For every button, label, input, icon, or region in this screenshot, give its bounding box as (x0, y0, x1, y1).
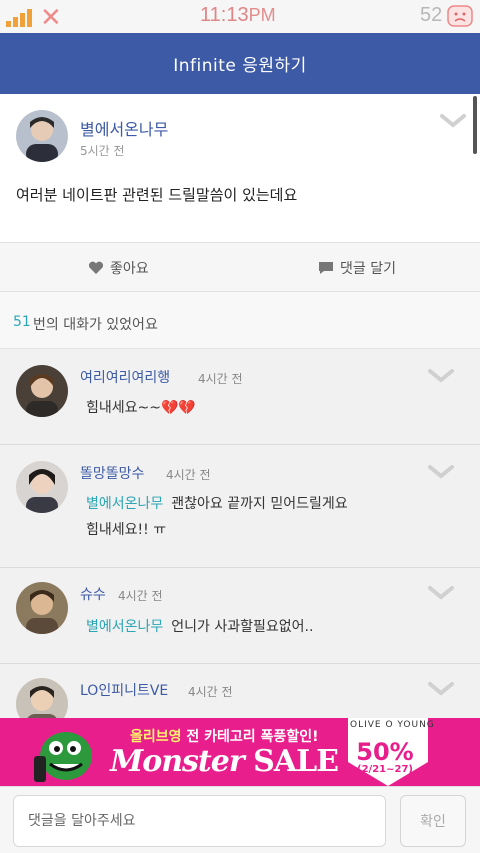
clock: 11:13PM (200, 4, 276, 26)
chevron-down-icon[interactable] (428, 586, 454, 600)
commenter-name[interactable]: LO인피니트VE (80, 680, 168, 700)
conversation-count: 51 번의 대화가 있었어요 (0, 292, 480, 349)
comment-time: 4시간 전 (118, 589, 163, 603)
comment-item: LO인피니트VE 4시간 전 (0, 664, 480, 730)
ad-banner[interactable]: 올리브영 전 카테고리 폭풍할인! Monster SALE OLIVE O Y… (0, 718, 480, 786)
comment-text: 힘내세요~~💔💔 (86, 400, 196, 416)
comment-mention[interactable]: 별에서온나무 (86, 619, 163, 635)
comment-text: 별에서온나무 언니가 사과할필요없어.. (86, 614, 313, 640)
comment-body: 언니가 사과할필요없어.. (171, 619, 314, 635)
commenter-avatar[interactable] (16, 365, 68, 417)
comment-item: 슈수 4시간 전 별에서온나무 언니가 사과할필요없어.. (0, 568, 480, 664)
ad-discount: 50% (356, 738, 414, 766)
no-sim-icon: ✕ (40, 3, 62, 33)
comment-button[interactable]: 댓글 달기 (318, 243, 396, 293)
like-button[interactable]: 좋아요 (88, 243, 149, 293)
post-time: 5시간 전 (80, 144, 125, 158)
comment-input-bar: 확인 (0, 786, 480, 853)
ad-brand-logo: OLIVE O YOUNG (350, 720, 435, 730)
chevron-down-icon[interactable] (428, 369, 454, 383)
ad-sale-text: Monster SALE (110, 744, 339, 779)
ad-headline: 올리브영 전 카테고리 폭풍할인! (130, 729, 319, 745)
commenter-avatar[interactable] (16, 582, 68, 634)
monster-mascot-icon (34, 732, 92, 782)
comment-input[interactable] (13, 795, 386, 847)
comment-body: 괜찮아요 끝까지 믿어드릴게요 (171, 496, 348, 512)
page-title: Infinite 응원하기 (0, 33, 480, 94)
battery-level: 52 (420, 4, 443, 26)
status-bar: ✕ 11:13PM 52 (0, 0, 480, 33)
signal-icon (6, 7, 36, 27)
conversation-count-number: 51 (13, 314, 31, 330)
chevron-down-icon[interactable] (440, 114, 466, 128)
chevron-down-icon[interactable] (428, 682, 454, 696)
commenter-avatar[interactable] (16, 461, 68, 513)
comment-text: 별에서온나무 괜찮아요 끝까지 믿어드릴게요 힘내세요!! ㅠ (86, 491, 348, 543)
confirm-button[interactable]: 확인 (400, 795, 466, 847)
battery-face-icon (447, 5, 473, 27)
comment-mention[interactable]: 별에서온나무 (86, 496, 163, 512)
like-label: 좋아요 (110, 261, 149, 277)
comment-time: 4시간 전 (198, 372, 243, 386)
commenter-name[interactable]: 슈수 (80, 584, 106, 604)
post-body: 여러분 네이트판 관련된 드릴말씀이 있는데요 (16, 186, 298, 204)
comment-body-line2: 힘내세요!! ㅠ (86, 522, 167, 538)
main-post: 별에서온나무 5시간 전 여러분 네이트판 관련된 드릴말씀이 있는데요 (0, 94, 480, 242)
comment-label: 댓글 달기 (340, 261, 396, 277)
post-author-name[interactable]: 별에서온나무 (80, 116, 168, 140)
commenter-name[interactable]: 똘망똘망수 (80, 463, 144, 483)
ad-dates: (2/21~27) (357, 764, 413, 775)
chevron-down-icon[interactable] (428, 465, 454, 479)
comment-icon (319, 262, 333, 274)
scrollbar[interactable] (473, 96, 477, 154)
post-actions: 좋아요 댓글 달기 (0, 242, 480, 292)
conversation-count-label: 번의 대화가 있었어요 (33, 317, 158, 333)
comment-item: 여리여리여리행 4시간 전 힘내세요~~💔💔 (0, 349, 480, 445)
post-author-avatar[interactable] (16, 110, 68, 162)
comment-time: 4시간 전 (188, 685, 233, 699)
heart-icon (88, 261, 104, 274)
comment-time: 4시간 전 (166, 468, 211, 482)
commenter-name[interactable]: 여리여리여리행 (80, 367, 170, 387)
comment-item: 똘망똘망수 4시간 전 별에서온나무 괜찮아요 끝까지 믿어드릴게요 힘내세요!!… (0, 445, 480, 568)
